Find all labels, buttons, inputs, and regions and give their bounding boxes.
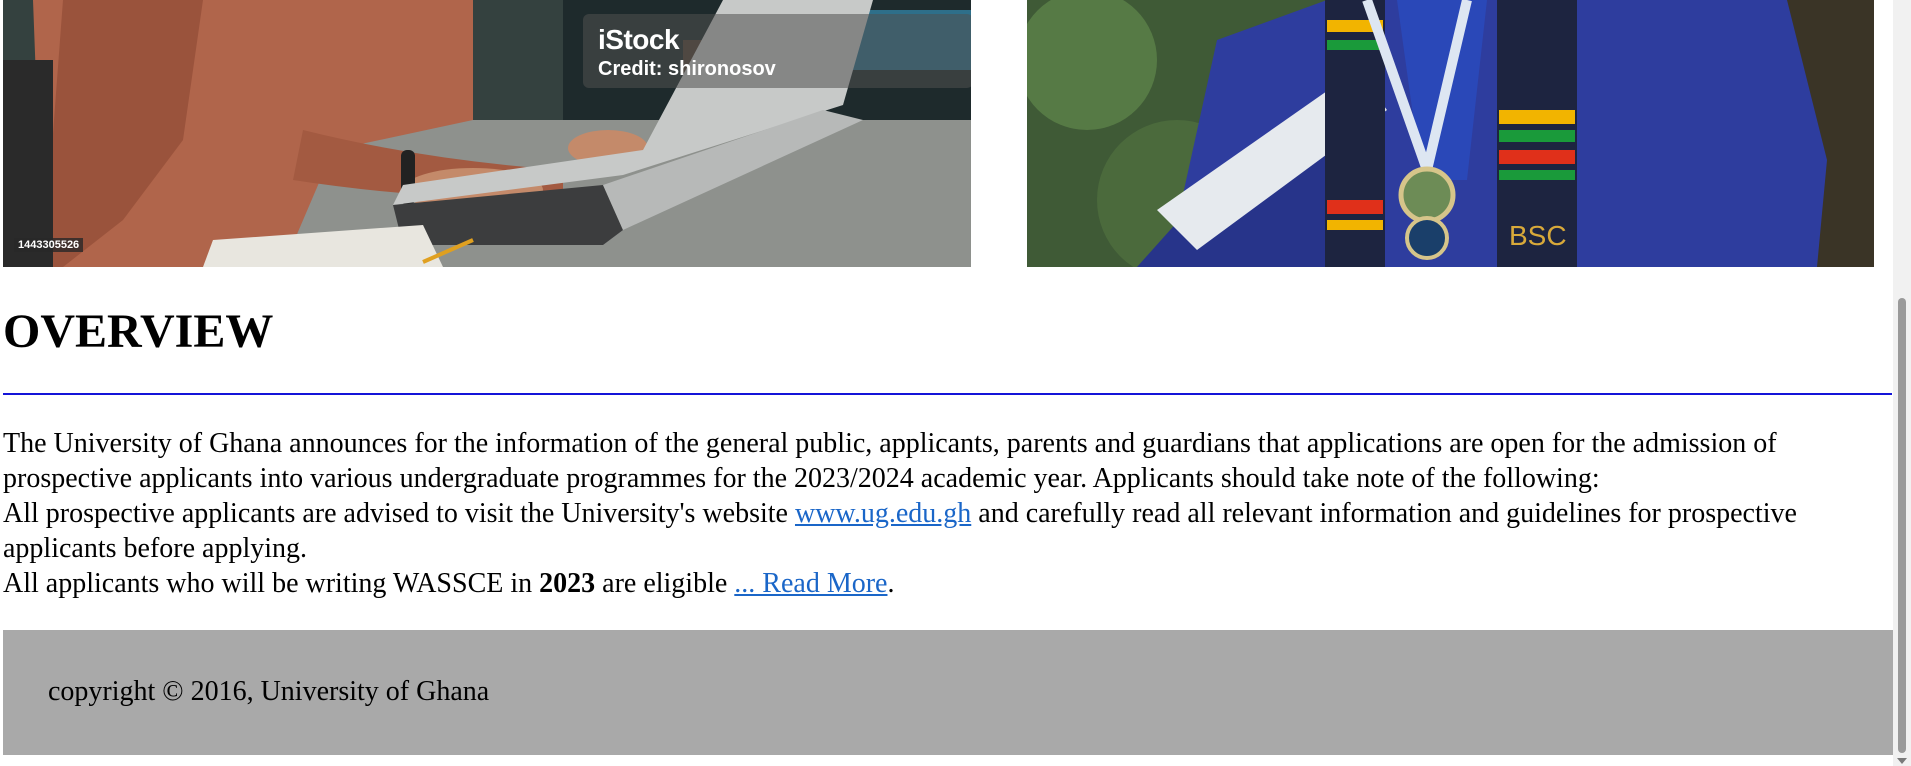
- photo-credit: Credit: shironosov: [598, 58, 776, 80]
- vertical-scrollbar[interactable]: [1893, 0, 1911, 766]
- overview-paragraph-1: The University of Ghana announces for th…: [3, 428, 1777, 494]
- paragraph-3-period: .: [887, 568, 895, 599]
- wassce-year: 2023: [539, 568, 596, 599]
- overview-divider: [3, 393, 1892, 395]
- stock-image-id: 1443305526: [14, 238, 84, 252]
- graduate-photo: BSC: [1027, 0, 1874, 267]
- paragraph-2-text-start: All prospective applicants are advised t…: [3, 498, 795, 529]
- overview-paragraph-2: All prospective applicants are advised t…: [3, 496, 1883, 566]
- overview-heading: OVERVIEW: [3, 305, 274, 358]
- paragraph-3-text-start: All applicants who will be writing WASSC…: [3, 568, 540, 599]
- footer: copyright © 2016, University of Ghana: [3, 630, 1893, 755]
- laptop-photo: iStock Credit: shironosov 1443305526: [3, 0, 971, 267]
- scrollbar-thumb[interactable]: [1898, 298, 1906, 753]
- istock-logo: iStock: [598, 24, 680, 55]
- copyright-text: copyright © 2016, University of Ghana: [48, 676, 490, 707]
- page: iStock Credit: shironosov 1443305526 BSC…: [0, 0, 1911, 766]
- content-area: iStock Credit: shironosov 1443305526 BSC…: [0, 0, 1893, 766]
- overview-body: The University of Ghana announces for th…: [3, 426, 1883, 601]
- scroll-down-arrow-icon[interactable]: [1897, 758, 1907, 764]
- istock-watermark: iStock Credit: shironosov: [583, 14, 971, 88]
- paragraph-3-text-middle: are eligible: [595, 568, 735, 599]
- read-more-link[interactable]: ... Read More: [734, 568, 887, 599]
- university-website-link[interactable]: www.ug.edu.gh: [795, 498, 971, 529]
- svg-text:BSC: BSC: [1509, 220, 1567, 251]
- graduate-photo-illustration: BSC: [1027, 0, 1874, 267]
- overview-paragraph-3: All applicants who will be writing WASSC…: [3, 566, 1883, 601]
